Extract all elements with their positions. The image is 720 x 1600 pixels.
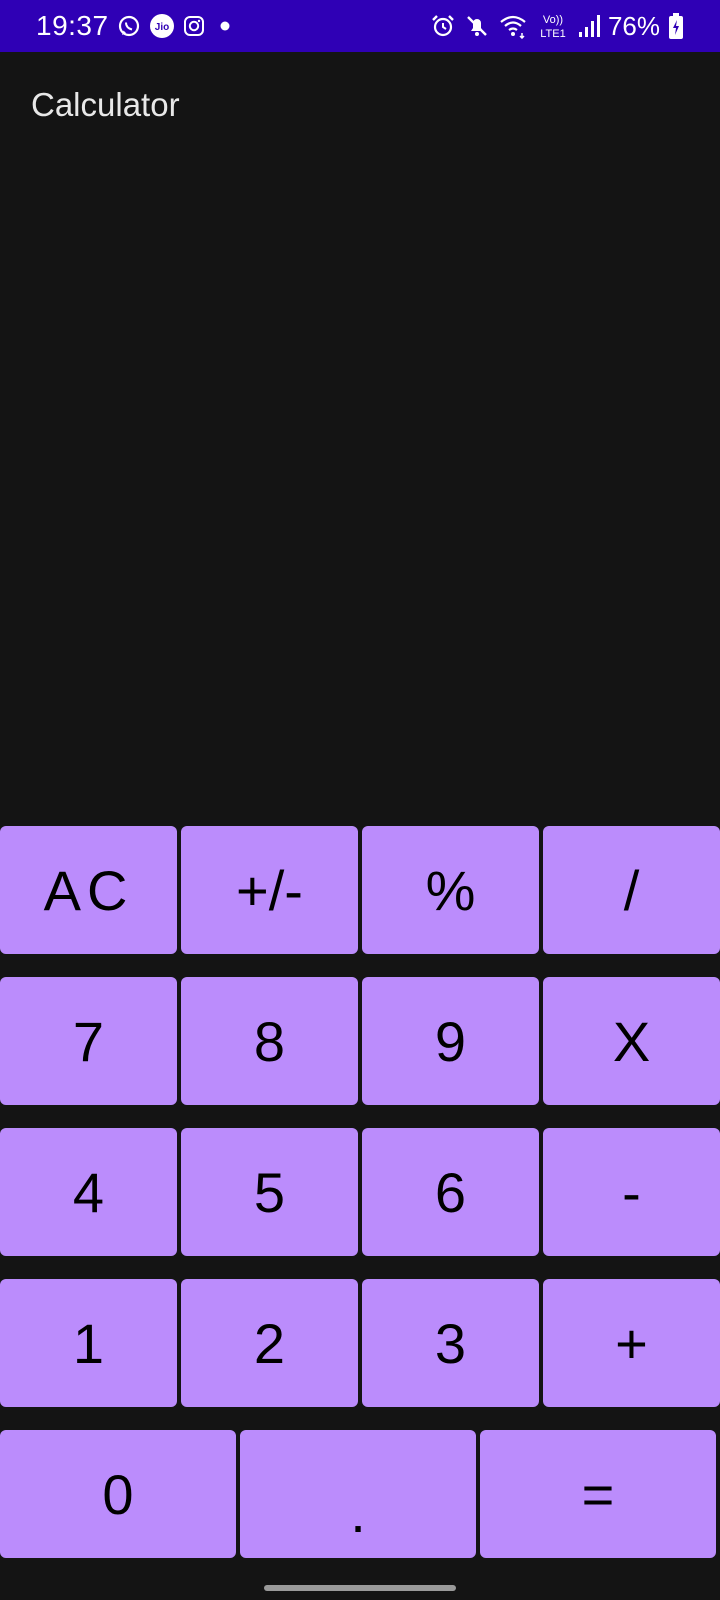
decimal-point-button[interactable]: . [240,1430,476,1558]
digit-5-button[interactable]: 5 [181,1128,358,1256]
keypad-row-5: 0 . = [0,1430,720,1558]
alarm-icon [430,13,456,39]
add-button[interactable]: + [543,1279,720,1407]
digit-9-button[interactable]: 9 [362,977,539,1105]
keypad-row-3: 4 5 6 - [0,1128,720,1256]
volte-icon-top-text: Vo)) [543,14,563,26]
digit-7-button[interactable]: 7 [0,977,177,1105]
keypad-row-1: AC +/- % / [0,826,720,954]
digit-4-button[interactable]: 4 [0,1128,177,1256]
digit-6-button[interactable]: 6 [362,1128,539,1256]
status-left: 19:37 Jio [36,10,231,42]
volte-icon: Vo)) LTE1 [536,12,570,40]
notification-dot-icon [219,20,231,32]
decimal-point-label: . [350,1480,366,1544]
subtract-button[interactable]: - [543,1128,720,1256]
app-title: Calculator [31,86,180,123]
jio-icon: Jio [149,13,175,39]
status-time: 19:37 [36,10,109,41]
calculator-display [0,140,720,800]
sign-toggle-button[interactable]: +/- [181,826,358,954]
clear-button[interactable]: AC [0,826,177,954]
battery-icon [668,12,684,40]
navigation-bar [0,1572,720,1600]
equals-button[interactable]: = [480,1430,716,1558]
keypad-row-2: 7 8 9 X [0,977,720,1105]
digit-2-button[interactable]: 2 [181,1279,358,1407]
jio-icon-text: Jio [154,22,168,33]
divide-button[interactable]: / [543,826,720,954]
digit-8-button[interactable]: 8 [181,977,358,1105]
instagram-icon [183,15,205,37]
status-right: Vo)) LTE1 76% [430,11,684,42]
digit-3-button[interactable]: 3 [362,1279,539,1407]
battery-percent: 76% [607,10,660,41]
volte-icon-bottom-text: LTE1 [540,28,565,40]
whatsapp-icon [117,14,141,38]
percent-button[interactable]: % [362,826,539,954]
wifi-icon [498,13,528,39]
home-gesture-handle[interactable] [264,1585,456,1591]
digit-0-button[interactable]: 0 [0,1430,236,1558]
mute-icon [464,13,490,39]
keypad-row-4: 1 2 3 + [0,1279,720,1407]
signal-icon [578,14,600,38]
multiply-button[interactable]: X [543,977,720,1105]
status-bar: 19:37 Jio Vo)) LTE1 76% [0,0,720,52]
digit-1-button[interactable]: 1 [0,1279,177,1407]
